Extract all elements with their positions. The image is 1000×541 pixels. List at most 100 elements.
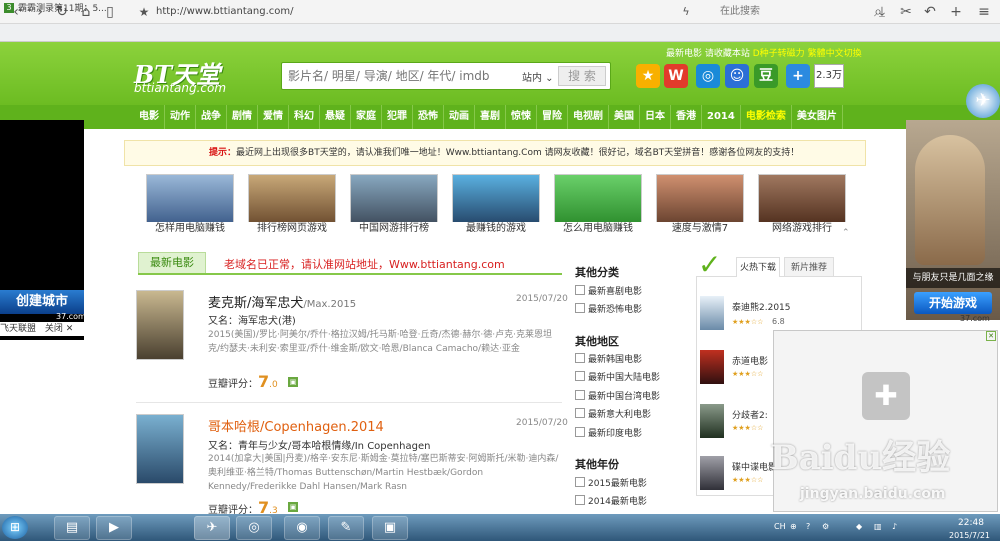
volume-icon[interactable]: ♪ bbox=[892, 522, 897, 531]
nav-item[interactable]: 电视剧 bbox=[568, 105, 609, 129]
thumb-caption[interactable]: 怎样用电脑赚钱 bbox=[146, 222, 234, 236]
douban-icon[interactable]: 豆 bbox=[754, 64, 778, 88]
top-link-traditional[interactable]: 繁體中文切換 bbox=[808, 49, 862, 59]
floating-ad-popup[interactable] bbox=[773, 330, 998, 512]
movie-title-2[interactable]: 哥本哈根/Copenhagen.2014 bbox=[208, 416, 384, 435]
movie-poster-2[interactable] bbox=[136, 414, 184, 484]
thumb-caption[interactable]: 中国网游排行榜 bbox=[350, 222, 438, 236]
taskbar-app-icon[interactable]: ✎ bbox=[328, 516, 364, 540]
category-region-item[interactable]: 最新印度电影 bbox=[575, 426, 642, 439]
hot-item-name[interactable]: 赤道电影 bbox=[732, 354, 768, 367]
thumb-caption[interactable]: 最赚钱的游戏 bbox=[452, 222, 540, 236]
tv-icon[interactable]: ▣ bbox=[288, 377, 298, 387]
nav-item[interactable]: 动作 bbox=[165, 105, 196, 129]
nav-item[interactable]: 惊悚 bbox=[506, 105, 537, 129]
hot-item-image[interactable] bbox=[700, 350, 724, 384]
category-type-item[interactable]: 最新恐怖电影 bbox=[575, 302, 642, 315]
nav-item[interactable]: 2014 bbox=[702, 105, 741, 129]
share-plus-icon[interactable]: + bbox=[786, 64, 810, 88]
thumb-caption[interactable]: 排行榜网页游戏 bbox=[248, 222, 336, 236]
clock-time[interactable]: 22:48 bbox=[958, 518, 984, 528]
thumb-caption[interactable]: 怎么用电脑赚钱 bbox=[554, 222, 642, 236]
qq-icon[interactable]: ☺ bbox=[725, 64, 749, 88]
browser-tab[interactable]: 霸霸测录第11期：5... bbox=[2, 1, 122, 17]
media-player-icon[interactable]: ▶ bbox=[96, 516, 132, 540]
taskbar-app-icon[interactable]: ✈ bbox=[194, 516, 230, 540]
tab-new-recommend[interactable]: 新片推荐 bbox=[784, 257, 834, 277]
scissors-icon[interactable]: ✂ bbox=[896, 2, 916, 22]
nav-item[interactable]: 美女图片 bbox=[792, 105, 843, 129]
nav-item[interactable]: 犯罪 bbox=[382, 105, 413, 129]
nav-item[interactable]: 美国 bbox=[609, 105, 640, 129]
browser-search-input[interactable]: 在此搜索 bbox=[714, 2, 864, 22]
category-region-item[interactable]: 最新中国大陆电影 bbox=[575, 370, 660, 383]
nav-item[interactable]: 香港 bbox=[671, 105, 702, 129]
help-icon[interactable]: ? bbox=[806, 522, 810, 531]
nav-item[interactable]: 爱情 bbox=[258, 105, 289, 129]
taskbar-app-icon[interactable]: ◎ bbox=[236, 516, 272, 540]
category-year-item[interactable]: 2015最新电影 bbox=[575, 476, 647, 489]
hot-item-image[interactable] bbox=[700, 456, 724, 490]
new-tab-icon[interactable]: + bbox=[946, 2, 966, 22]
top-links: 最新电影 请收藏本站 D种子转磁力 繁體中文切換 bbox=[666, 46, 862, 59]
site-search-input[interactable] bbox=[288, 63, 518, 89]
ime-icon[interactable]: ⊕ bbox=[790, 522, 797, 531]
nav-item[interactable]: 恐怖 bbox=[413, 105, 444, 129]
weibo-icon[interactable]: W bbox=[664, 64, 688, 88]
undo-icon[interactable]: ↶ bbox=[920, 2, 940, 22]
top-link-magnet[interactable]: D种子转磁力 bbox=[753, 49, 805, 59]
left-ad-banner[interactable]: 创建城市 bbox=[0, 290, 84, 314]
category-region-item[interactable]: 最新韩国电影 bbox=[575, 352, 642, 365]
hot-item-image[interactable] bbox=[700, 404, 724, 438]
nav-item[interactable]: 电影 bbox=[134, 105, 165, 129]
site-search-button[interactable]: 搜 索 bbox=[558, 66, 606, 86]
scroll-up-icon[interactable]: ⌃ bbox=[842, 228, 850, 238]
windows-start-icon[interactable]: ⊞ bbox=[2, 516, 28, 539]
nav-item[interactable]: 科幻 bbox=[289, 105, 320, 129]
favorite-star-icon[interactable]: ★ bbox=[636, 64, 660, 88]
security-icon[interactable]: ◆ bbox=[856, 522, 862, 531]
close-icon[interactable]: ✕ bbox=[986, 331, 996, 341]
search-scope-select[interactable]: 站内 ⌄ bbox=[522, 69, 554, 84]
bird-icon[interactable]: ✈ bbox=[966, 84, 1000, 118]
thumb-caption[interactable]: 网络游戏排行 bbox=[758, 222, 846, 236]
movie-poster-1[interactable] bbox=[136, 290, 184, 360]
download-icon[interactable]: ⤓ bbox=[872, 2, 892, 22]
right-ad-start-button[interactable]: 开始游戏 bbox=[914, 292, 992, 314]
category-region-item[interactable]: 最新意大利电影 bbox=[575, 407, 651, 420]
clock-date[interactable]: 2015/7/21 bbox=[949, 531, 990, 540]
explorer-icon[interactable]: ▤ bbox=[54, 516, 90, 540]
nav-item[interactable]: 日本 bbox=[640, 105, 671, 129]
thumb-caption[interactable]: 速度与激情7 bbox=[656, 222, 744, 236]
nav-item[interactable]: 战争 bbox=[196, 105, 227, 129]
nav-item[interactable]: 动画 bbox=[444, 105, 475, 129]
settings-icon[interactable]: ⚙ bbox=[822, 522, 829, 531]
lightning-icon[interactable]: ϟ bbox=[676, 2, 696, 22]
top-link-latest[interactable]: 最新电影 请收藏本站 bbox=[666, 49, 750, 59]
tv-icon[interactable]: ▣ bbox=[288, 502, 298, 512]
left-ad-close[interactable]: 关闭 ✕ bbox=[45, 324, 73, 334]
tab-hot-downloads[interactable]: 火热下载 bbox=[736, 257, 780, 277]
nav-item[interactable]: 悬疑 bbox=[320, 105, 351, 129]
category-year-item[interactable]: 2014最新电影 bbox=[575, 494, 647, 507]
category-type-item[interactable]: 最新喜剧电影 bbox=[575, 284, 642, 297]
taskbar-app-icon[interactable]: ▣ bbox=[372, 516, 408, 540]
taskbar-app-icon[interactable]: ◉ bbox=[284, 516, 320, 540]
site-logo-sub[interactable]: bttiantang.com bbox=[134, 81, 226, 95]
hot-item-image[interactable] bbox=[700, 296, 724, 330]
ime-lang[interactable]: CH bbox=[774, 522, 786, 531]
nav-item[interactable]: 家庭 bbox=[351, 105, 382, 129]
tencent-weibo-icon[interactable]: ◎ bbox=[696, 64, 720, 88]
url-bar[interactable]: http://www.bttiantang.com/ bbox=[130, 2, 670, 22]
hot-item-name[interactable]: 分歧者2: bbox=[732, 408, 768, 421]
nav-item[interactable]: 喜剧 bbox=[475, 105, 506, 129]
menu-icon[interactable]: ≡ bbox=[974, 2, 994, 22]
nav-item[interactable]: 冒险 bbox=[537, 105, 568, 129]
nav-item[interactable]: 电影检索 bbox=[741, 105, 792, 129]
category-region-item[interactable]: 最新中国台湾电影 bbox=[575, 389, 660, 402]
network-icon[interactable]: ▥ bbox=[874, 522, 882, 531]
nav-item[interactable]: 剧情 bbox=[227, 105, 258, 129]
latest-movies-tab[interactable]: 最新电影 bbox=[138, 252, 206, 274]
hot-item-name[interactable]: 泰迪熊2.2015 bbox=[732, 300, 791, 313]
movie-title-1[interactable]: 麦克斯/海军忠犬/Max.2015 bbox=[208, 292, 356, 311]
